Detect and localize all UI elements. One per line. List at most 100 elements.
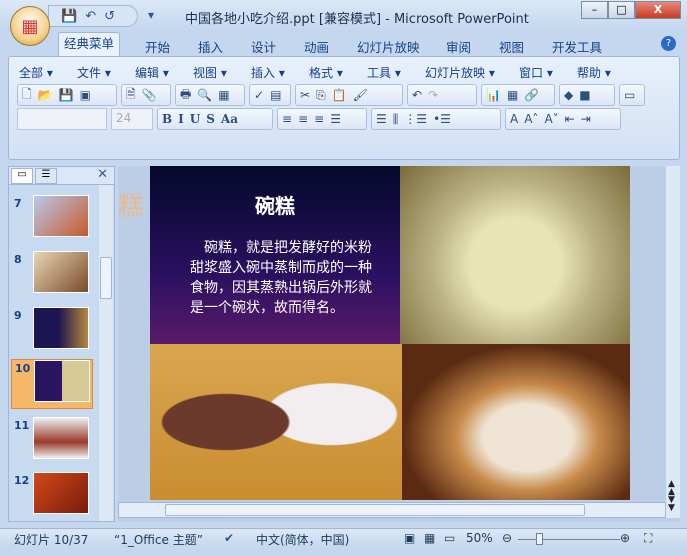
slide-thumbnail-8[interactable]: 8 [11, 251, 93, 299]
save-icon[interactable]: 💾 [61, 9, 77, 24]
attach-icon[interactable]: 📎 [142, 88, 157, 102]
format-painter-icon[interactable]: 🖌 [353, 88, 368, 102]
close-button[interactable]: X [635, 1, 681, 19]
fit-to-window-icon[interactable]: ⛶ [644, 531, 652, 546]
distribute-icon[interactable]: ☰ [330, 112, 341, 126]
research-icon[interactable]: ▤ [270, 88, 281, 102]
zoom-out-icon[interactable]: ⊖ [502, 531, 512, 545]
increase-indent-icon[interactable]: ⇥ [581, 112, 591, 126]
normal-view-icon[interactable]: ▣ [404, 531, 415, 545]
tab-design[interactable]: 设计 [251, 37, 276, 56]
customize-qat-icon[interactable]: ▾ [148, 8, 154, 22]
tab-classic-menu[interactable]: 经典菜单 [58, 32, 120, 56]
zoom-slider[interactable] [518, 533, 620, 545]
line-spacing-icon[interactable]: ☰ [376, 112, 387, 126]
zoom-in-icon[interactable]: ⊕ [620, 531, 630, 545]
tab-home[interactable]: 开始 [145, 37, 170, 56]
undo-icon[interactable]: ↶ [412, 88, 422, 102]
italic-button[interactable]: I [178, 112, 184, 126]
table-icon[interactable]: ▦ [507, 88, 518, 102]
slideshow-icon[interactable]: ▭ [444, 531, 455, 545]
permission-icon[interactable]: 🗎 [126, 85, 136, 106]
print-icon[interactable]: 🖶 [180, 85, 191, 106]
redo-icon[interactable]: ↺ [104, 9, 115, 24]
office-button[interactable]: ▦ [10, 6, 50, 46]
slides-pane-scrollbar[interactable] [99, 185, 113, 521]
chart-icon[interactable]: 📊 [486, 88, 501, 102]
font-size-combo[interactable]: 24 [111, 108, 153, 130]
underline-button[interactable]: U [190, 112, 200, 126]
h-scroll-thumb[interactable] [165, 504, 585, 516]
outline-tab[interactable]: ☰ [35, 168, 57, 184]
tab-slideshow[interactable]: 幻灯片放映 [357, 37, 420, 56]
menu-tools[interactable]: 工具 ▾ [367, 64, 401, 81]
grow-font-icon[interactable]: A˄ [524, 112, 538, 126]
slide-sorter-icon[interactable]: ▦ [424, 531, 435, 545]
grayscale-icon[interactable]: ■ [579, 88, 590, 102]
tab-insert[interactable]: 插入 [198, 37, 223, 56]
vertical-scrollbar[interactable]: ▲ ▲ ▼ ▼ [666, 166, 680, 518]
font-name-combo[interactable] [17, 108, 107, 130]
slide-thumbnail-7[interactable]: 7 [11, 195, 93, 243]
cut-icon[interactable]: ✂ [300, 88, 310, 102]
publish-icon[interactable]: ▣ [80, 88, 91, 102]
slide-title[interactable]: 碗糕 [150, 190, 400, 219]
align-left-icon[interactable]: ≡ [282, 112, 292, 126]
slide-body-text[interactable]: 碗糕，就是把发酵好的米粉甜浆盛入碗中蒸制而成的一种食物，因其蒸熟出锅后外形就是一… [190, 238, 375, 318]
menu-view[interactable]: 视图 ▾ [193, 64, 227, 81]
redo-icon[interactable]: ↷ [428, 88, 438, 102]
help-icon[interactable]: ? [661, 36, 676, 51]
hyperlink-icon[interactable]: 🔗 [524, 88, 539, 102]
copy-icon[interactable]: ⎘ [316, 88, 326, 103]
menu-all[interactable]: 全部 ▾ [19, 64, 53, 81]
spelling-icon[interactable]: ✓ [254, 88, 264, 102]
slide-thumbnail-12[interactable]: 12 [11, 472, 93, 520]
text-direction-icon[interactable]: ⫼ [393, 112, 399, 127]
bullets-icon[interactable]: •☰ [433, 112, 451, 126]
undo-icon[interactable]: ↶ [85, 9, 96, 24]
zoom-slider-thumb[interactable] [536, 533, 543, 545]
language[interactable]: 中文(简体，中国) [256, 531, 349, 548]
font-color-icon[interactable]: A [510, 112, 518, 126]
minimize-button[interactable]: – [581, 1, 608, 19]
slide-canvas[interactable]: 碗糕 碗糕，就是把发酵好的米粉甜浆盛入碗中蒸制而成的一种食物，因其蒸熟出锅后外形… [150, 166, 630, 500]
close-pane-icon[interactable]: ✕ [97, 167, 108, 182]
menu-file[interactable]: 文件 ▾ [77, 64, 111, 81]
numbering-icon[interactable]: ⋮☰ [404, 112, 427, 126]
menu-format[interactable]: 格式 ▾ [309, 64, 343, 81]
slide-thumbnail-11[interactable]: 11 [11, 417, 93, 465]
spell-check-icon[interactable]: ✔ [224, 531, 234, 545]
zoom-level[interactable]: 50% [466, 531, 493, 545]
tab-developer[interactable]: 开发工具 [552, 37, 602, 56]
slide-thumbnail-10[interactable]: 10 [11, 359, 93, 409]
align-right-icon[interactable]: ≡ [314, 112, 324, 126]
shadow-button[interactable]: S [206, 112, 215, 126]
prev-next-slide-icon[interactable]: ▲ ▲ ▼ ▼ [668, 480, 675, 513]
menu-edit[interactable]: 编辑 ▾ [135, 64, 169, 81]
menu-help[interactable]: 帮助 ▾ [577, 64, 611, 81]
color-scheme-icon[interactable]: ◆ [564, 88, 573, 102]
preview-icon[interactable]: 🔍 [197, 88, 212, 102]
shrink-font-icon[interactable]: A˅ [544, 112, 558, 126]
paste-icon[interactable]: 📋 [332, 88, 347, 102]
menu-insert[interactable]: 插入 ▾ [251, 64, 285, 81]
horizontal-scrollbar[interactable] [118, 502, 666, 518]
slides-tab[interactable]: ▭ [11, 168, 33, 184]
tab-animation[interactable]: 动画 [304, 37, 329, 56]
theme-name[interactable]: “1_Office 主题” [114, 531, 203, 548]
new-icon[interactable]: 🗋 [22, 85, 32, 106]
new-slide-icon[interactable]: ▭ [624, 88, 635, 102]
menu-slideshow[interactable]: 幻灯片放映 ▾ [425, 64, 495, 81]
tab-review[interactable]: 审阅 [446, 37, 471, 56]
slide-thumbnail-9[interactable]: 9 [11, 307, 93, 355]
maximize-button[interactable]: □ [608, 1, 635, 19]
bold-button[interactable]: B [162, 112, 172, 126]
menu-window[interactable]: 窗口 ▾ [519, 64, 553, 81]
change-case-button[interactable]: Aa [221, 112, 238, 126]
scroll-thumb[interactable] [100, 257, 112, 299]
decrease-indent-icon[interactable]: ⇤ [565, 112, 575, 126]
tab-view[interactable]: 视图 [499, 37, 524, 56]
save-icon[interactable]: 💾 [59, 88, 74, 102]
open-icon[interactable]: 📂 [38, 88, 53, 102]
grid-icon[interactable]: ▦ [218, 88, 229, 102]
